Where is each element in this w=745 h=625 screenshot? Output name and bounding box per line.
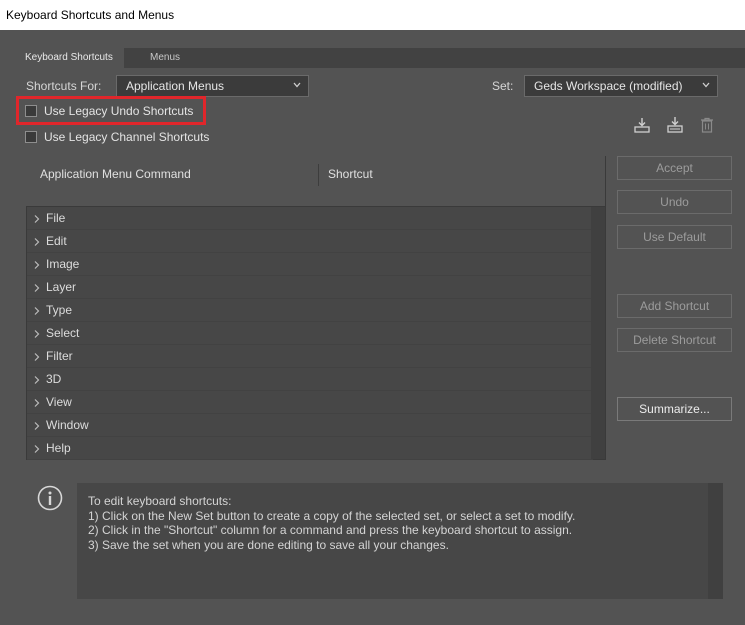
tab-strip: Keyboard Shortcuts Menus [18, 48, 745, 68]
list-item-label: 3D [46, 372, 62, 386]
list-item[interactable]: File [27, 207, 593, 230]
chevron-right-icon[interactable] [33, 397, 41, 407]
list-item[interactable]: 3D [27, 368, 593, 391]
list-item-label: Type [46, 303, 73, 317]
chevron-right-icon[interactable] [33, 213, 41, 223]
accept-button[interactable]: Accept [617, 156, 732, 180]
shortcuts-for-value: Application Menus [126, 79, 225, 93]
add-shortcut-button[interactable]: Add Shortcut [617, 294, 732, 318]
list-item[interactable]: Image [27, 253, 593, 276]
legacy-channel-option[interactable]: Use Legacy Channel Shortcuts [25, 130, 209, 144]
info-line: 1) Click on the New Set button to create… [88, 508, 576, 523]
chevron-right-icon[interactable] [33, 282, 41, 292]
save-set-icon[interactable] [633, 116, 651, 134]
chevron-right-icon[interactable] [33, 374, 41, 384]
column-command[interactable]: Application Menu Command [40, 167, 191, 181]
set-label: Set: [492, 79, 514, 93]
list-item[interactable]: Select [27, 322, 593, 345]
chevron-down-icon [292, 80, 302, 90]
list-item-label: Select [46, 326, 80, 340]
list-item-label: Window [46, 418, 89, 432]
column-shortcut[interactable]: Shortcut [328, 167, 373, 181]
list-item[interactable]: Type [27, 299, 593, 322]
legacy-channel-label: Use Legacy Channel Shortcuts [44, 130, 210, 144]
chevron-right-icon[interactable] [33, 259, 41, 269]
delete-set-icon[interactable] [698, 116, 716, 134]
list-item-label: Edit [46, 234, 67, 248]
window-title: Keyboard Shortcuts and Menus [0, 0, 745, 30]
info-line: 3) Save the set when you are done editin… [88, 537, 449, 552]
list-item-label: Image [46, 257, 80, 271]
info-line: 2) Click in the "Shortcut" column for a … [88, 523, 573, 537]
list-item[interactable]: Window [27, 414, 593, 437]
shortcuts-for-dropdown[interactable]: Application Menus [116, 75, 309, 97]
undo-button[interactable]: Undo [617, 190, 732, 214]
info-icon [37, 485, 63, 511]
info-line: To edit keyboard shortcuts: [88, 494, 232, 508]
column-divider [318, 164, 319, 186]
set-value: Geds Workspace (modified) [534, 79, 683, 93]
list-item-label: Filter [46, 349, 73, 363]
list-item-label: Layer [46, 280, 77, 294]
chevron-right-icon[interactable] [33, 305, 41, 315]
command-list: File Edit Image Layer Type Select Filter… [26, 206, 606, 460]
list-item[interactable]: Help [27, 437, 593, 460]
list-item-label: File [46, 211, 66, 225]
info-scrollbar[interactable] [708, 483, 723, 599]
shortcuts-for-label: Shortcuts For: [26, 79, 102, 93]
set-dropdown[interactable]: Geds Workspace (modified) [524, 75, 718, 97]
list-item[interactable]: Edit [27, 230, 593, 253]
summarize-button[interactable]: Summarize... [617, 397, 732, 421]
chevron-right-icon[interactable] [33, 236, 41, 246]
info-text: To edit keyboard shortcuts: 1) Click on t… [88, 494, 575, 552]
list-item[interactable]: Layer [27, 276, 593, 299]
chevron-down-icon [701, 80, 711, 90]
list-item-label: View [46, 395, 72, 409]
list-item-label: Help [46, 441, 71, 455]
table-header: Application Menu Command Shortcut [26, 156, 606, 206]
list-item[interactable]: Filter [27, 345, 593, 368]
use-default-button[interactable]: Use Default [617, 225, 732, 249]
tab-menus[interactable]: Menus [143, 48, 187, 68]
chevron-right-icon[interactable] [33, 420, 41, 430]
chevron-right-icon[interactable] [33, 351, 41, 361]
list-item[interactable]: View [27, 391, 593, 414]
tab-keyboard-shortcuts[interactable]: Keyboard Shortcuts [18, 48, 124, 68]
highlight-box [16, 96, 206, 125]
list-scrollbar[interactable] [591, 207, 605, 459]
delete-shortcut-button[interactable]: Delete Shortcut [617, 328, 732, 352]
new-set-icon[interactable] [666, 116, 684, 134]
chevron-right-icon[interactable] [33, 443, 41, 453]
legacy-channel-checkbox[interactable] [25, 131, 37, 143]
chevron-right-icon[interactable] [33, 328, 41, 338]
